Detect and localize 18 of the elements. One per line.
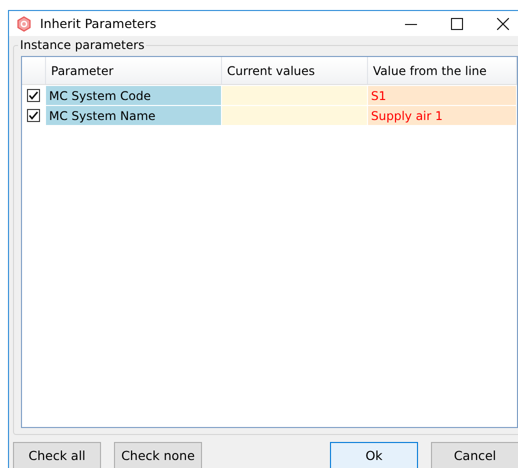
window-title: Inherit Parameters: [40, 16, 156, 31]
dialog-button[interactable]: Ok: [330, 442, 418, 468]
column-header[interactable]: Parameter: [46, 57, 222, 84]
app-icon: [16, 16, 32, 32]
parameter-cell: MC System Name: [46, 106, 222, 125]
dialog-button[interactable]: Check none: [114, 442, 202, 468]
checkbox[interactable]: [27, 109, 40, 122]
dialog-button[interactable]: Check all: [13, 442, 101, 468]
parameter-cell: MC System Code: [46, 86, 222, 105]
maximize-icon[interactable]: [451, 18, 463, 30]
column-header[interactable]: Value from the line: [368, 57, 517, 84]
column-header[interactable]: Current values: [222, 57, 368, 84]
group-title: Instance parameters: [18, 38, 146, 52]
checkbox[interactable]: [27, 89, 40, 102]
line-value-cell: Supply air 1: [368, 106, 517, 125]
close-icon[interactable]: [497, 18, 509, 30]
dialog-button[interactable]: Cancel: [431, 442, 518, 468]
line-value-cell: S1: [368, 86, 517, 105]
